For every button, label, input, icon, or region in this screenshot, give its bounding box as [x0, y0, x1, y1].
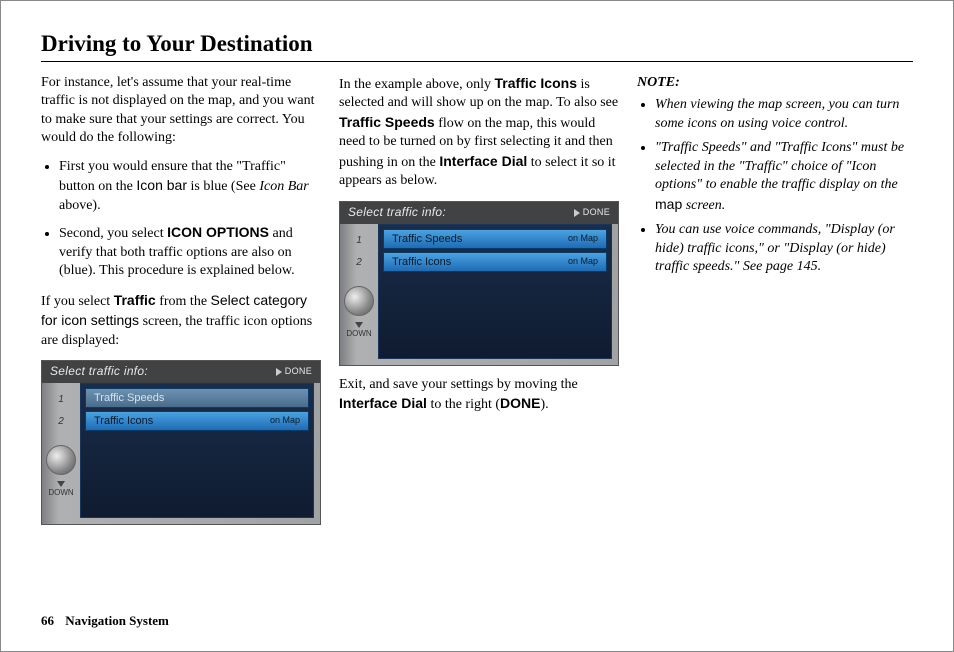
ui1-body: Traffic Speeds Traffic Iconson Map	[80, 383, 314, 518]
note-heading: NOTE:	[637, 74, 913, 92]
done-icon: DONE	[574, 207, 610, 219]
page-title: Driving to Your Destination	[41, 31, 913, 62]
row-num-1: 1	[58, 389, 64, 411]
note-1: When viewing the map screen, you can tur…	[655, 96, 913, 133]
content-columns: For instance, let's assume that your rea…	[41, 74, 913, 535]
ui1-title: Select traffic info:	[50, 364, 148, 380]
ui1-header: Select traffic info: DONE	[42, 361, 320, 383]
row-num-2: 2	[356, 252, 362, 274]
exit-paragraph: Exit, and save your settings by moving t…	[339, 376, 619, 415]
column-1: For instance, let's assume that your rea…	[41, 74, 321, 535]
ui-screenshot-1: Select traffic info: DONE 1 2 DOWN Traff…	[41, 360, 321, 525]
footer-label: Navigation System	[65, 613, 169, 628]
dial-icon	[46, 445, 76, 475]
row-num-1: 1	[356, 230, 362, 252]
steps-list: First you would ensure that the "Traffic…	[59, 158, 321, 281]
note-2: "Traffic Speeds" and "Traffic Icons" mus…	[655, 139, 913, 215]
dial-icon	[344, 286, 374, 316]
example-paragraph: In the example above, only Traffic Icons…	[339, 74, 619, 191]
page-number: 66	[41, 613, 54, 628]
note-3: You can use voice commands, "Display (or…	[655, 221, 913, 276]
step-1: First you would ensure that the "Traffic…	[59, 158, 321, 215]
ui-screenshot-2: Select traffic info: DONE 1 2 DOWN Traff…	[339, 201, 619, 366]
ui2-title: Select traffic info:	[348, 205, 446, 221]
intro-paragraph: For instance, let's assume that your rea…	[41, 74, 321, 148]
step-2: Second, you select ICON OPTIONS and veri…	[59, 223, 321, 280]
traffic-select-paragraph: If you select Traffic from the Select ca…	[41, 291, 321, 350]
ui1-left-rail: 1 2 DOWN	[42, 383, 80, 518]
page-footer: 66 Navigation System	[41, 613, 169, 629]
column-3: NOTE: When viewing the map screen, you c…	[637, 74, 913, 535]
ui2-body: Traffic Speedson Map Traffic Iconson Map	[378, 224, 612, 359]
down-arrow-icon: DOWN	[48, 481, 73, 499]
ui2-left-rail: 1 2 DOWN	[340, 224, 378, 359]
row-num-2: 2	[58, 411, 64, 433]
note-list: When viewing the map screen, you can tur…	[655, 96, 913, 276]
ui2-row-traffic-speeds: Traffic Speedson Map	[383, 229, 607, 249]
ui1-row-traffic-icons: Traffic Iconson Map	[85, 411, 309, 431]
down-arrow-icon: DOWN	[346, 322, 371, 340]
ui2-row-traffic-icons: Traffic Iconson Map	[383, 252, 607, 272]
column-2: In the example above, only Traffic Icons…	[339, 74, 619, 535]
ui2-header: Select traffic info: DONE	[340, 202, 618, 224]
ui1-row-traffic-speeds: Traffic Speeds	[85, 388, 309, 408]
done-icon: DONE	[276, 366, 312, 378]
